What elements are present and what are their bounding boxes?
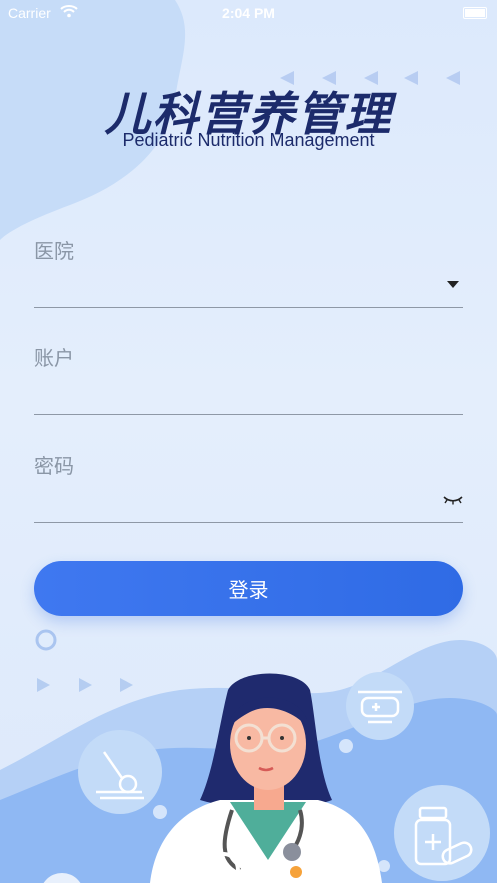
hospital-underline (34, 307, 463, 308)
hospital-select[interactable] (34, 271, 438, 303)
app-title-en: Pediatric Nutrition Management (122, 130, 375, 150)
medicine-icon (394, 785, 490, 881)
password-label: 密码 (34, 454, 74, 478)
account-underline (34, 414, 463, 415)
password-input[interactable] (34, 486, 438, 518)
status-time: 2:04 PM (222, 5, 275, 21)
battery-icon (463, 7, 487, 19)
microscope-icon (78, 730, 162, 814)
account-label: 账户 (34, 346, 74, 370)
login-button[interactable]: 登录 (34, 561, 463, 616)
hospital-label: 医院 (34, 239, 74, 263)
eye-closed-icon[interactable] (443, 495, 463, 505)
dropdown-arrow-icon[interactable] (447, 281, 459, 289)
account-input[interactable] (34, 378, 438, 410)
password-underline (34, 522, 463, 523)
password-field[interactable]: 密码 (34, 450, 463, 525)
status-bar: Carrier 2:04 PM (0, 0, 497, 26)
hospital-field[interactable]: 医院 (34, 235, 463, 310)
account-field[interactable]: 账户 (34, 342, 463, 417)
